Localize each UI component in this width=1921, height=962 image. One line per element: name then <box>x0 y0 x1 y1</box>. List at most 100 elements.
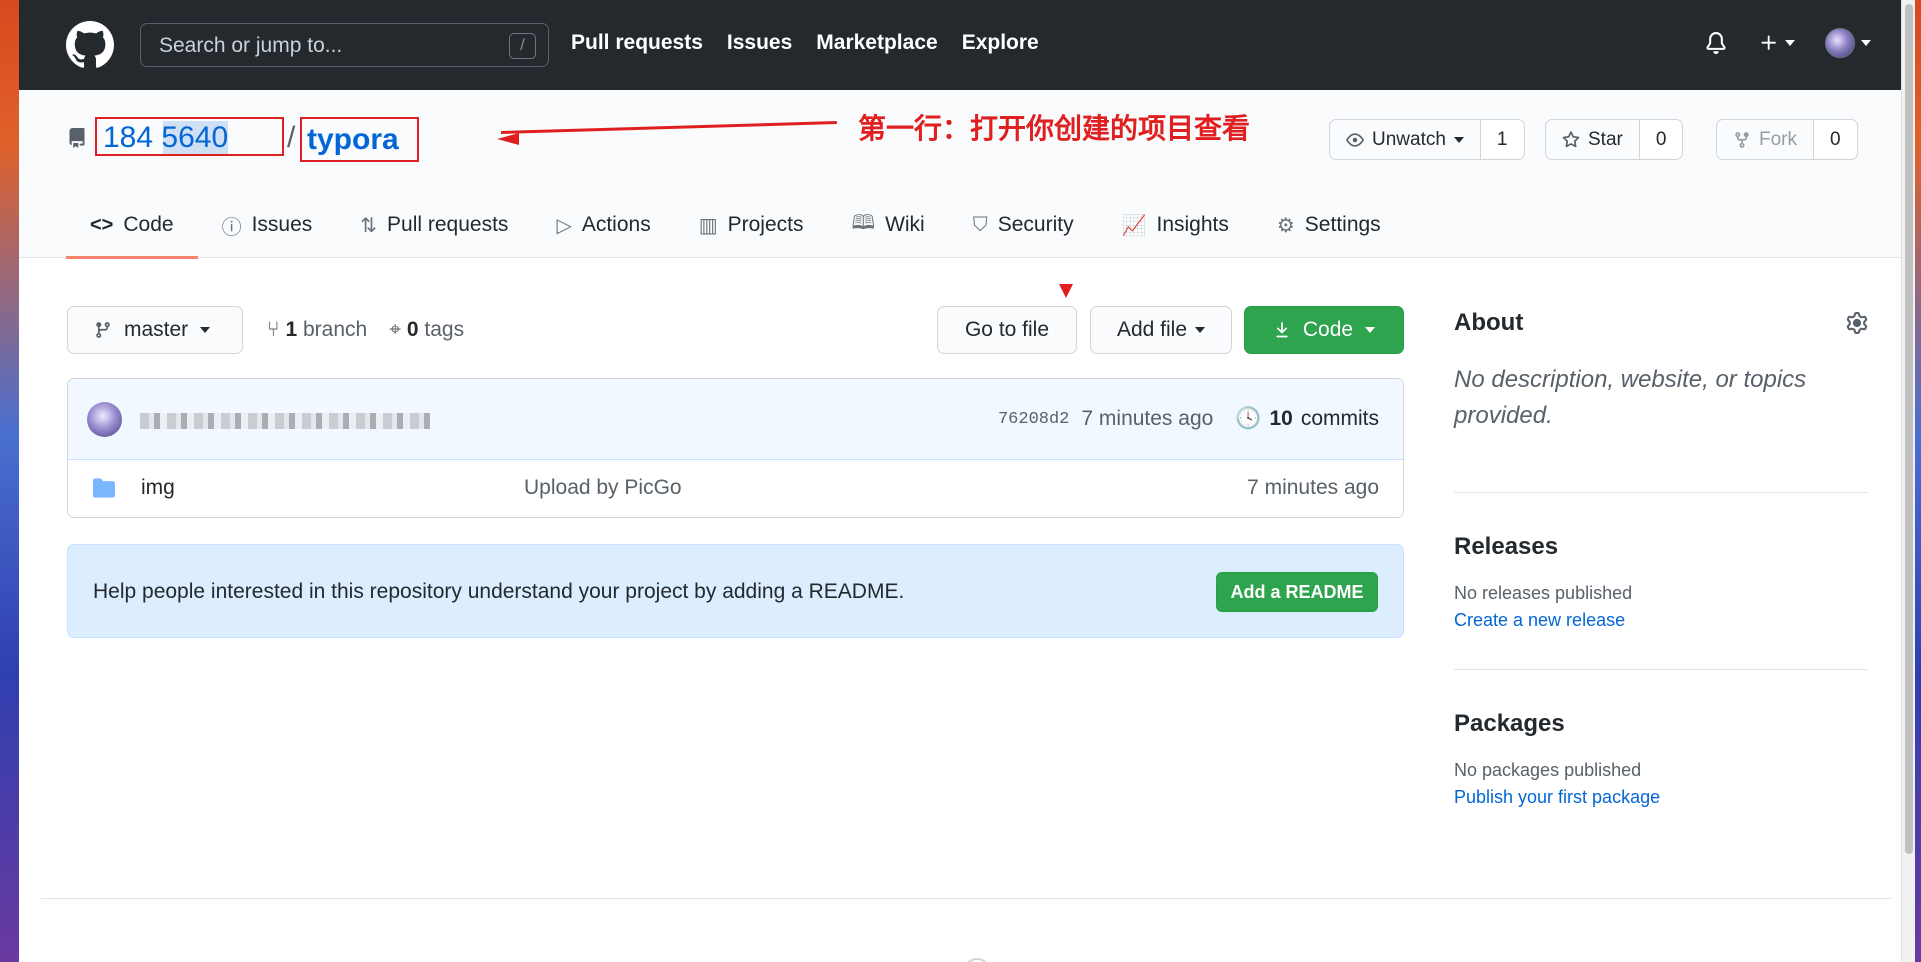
branch-label: branch <box>302 318 368 341</box>
fork-group: Fork 0 <box>1716 119 1858 160</box>
download-icon <box>1276 322 1288 338</box>
watch-count[interactable]: 1 <box>1479 120 1524 159</box>
code-button-label: Code <box>1302 318 1354 341</box>
book-icon: 🕮 <box>851 212 876 234</box>
chevron-down-icon <box>200 327 211 333</box>
tab-issues[interactable]: ⓘ Issues <box>198 192 337 258</box>
fork-icon <box>1735 131 1749 148</box>
user-menu-button[interactable] <box>1825 28 1871 58</box>
scroll-thumb[interactable] <box>1905 4 1913 854</box>
github-logo-icon[interactable] <box>66 21 114 69</box>
repo-owner-link[interactable]: 184 5640 <box>95 117 284 156</box>
repo-tabs: <> Code ⓘ Issues ⇅ Pull requests ▷ Actio… <box>66 192 1405 259</box>
repo-main: master ⑂ 1 branch ⌖ 0 tags Go to file Ad… <box>19 258 1915 962</box>
chevron-down-icon <box>1861 40 1871 46</box>
nav-pull-requests[interactable]: Pull requests <box>571 31 703 55</box>
nav-explore[interactable]: Explore <box>962 31 1039 55</box>
tab-settings[interactable]: ⚙ Settings <box>1253 192 1405 258</box>
tab-pull-requests-label: Pull requests <box>387 213 509 236</box>
gear-icon: ⚙ <box>1276 214 1295 237</box>
nav-marketplace[interactable]: Marketplace <box>816 31 937 55</box>
add-readme-button[interactable]: Add a README <box>1216 572 1378 612</box>
search-input[interactable]: Search or jump to... / <box>140 23 549 67</box>
star-button[interactable]: Star <box>1546 120 1639 159</box>
code-download-button[interactable]: Code <box>1244 306 1404 354</box>
issue-icon: ⓘ <box>221 216 242 239</box>
tags-link[interactable]: ⌖ 0 tags <box>389 318 464 342</box>
tab-wiki[interactable]: 🕮 Wiki <box>827 192 948 258</box>
bell-icon[interactable] <box>1703 28 1729 58</box>
commit-sha[interactable]: 76208d2 <box>998 410 1069 429</box>
watch-button[interactable]: Unwatch <box>1330 120 1480 159</box>
file-row[interactable]: img Upload by PicGo 7 minutes ago <box>68 460 1403 517</box>
footer-logo <box>963 958 991 962</box>
releases-status: No releases published <box>1454 583 1633 603</box>
browser-window: Search or jump to... / Pull requests Iss… <box>19 0 1915 962</box>
avatar <box>1825 28 1855 58</box>
nav-issues[interactable]: Issues <box>727 31 792 55</box>
history-icon: 🕓 <box>1235 407 1262 430</box>
tab-pull-requests[interactable]: ⇅ Pull requests <box>336 192 532 258</box>
add-file-button[interactable]: Add file <box>1090 306 1232 354</box>
create-release-link[interactable]: Create a new release <box>1454 610 1868 631</box>
gear-icon[interactable] <box>1846 312 1868 334</box>
about-header: About <box>1454 306 1868 340</box>
file-commit-message[interactable]: Upload by PicGo <box>524 476 682 500</box>
branch-select-button[interactable]: master <box>67 306 243 354</box>
annotation-text: 第一行：打开你创建的项目查看 <box>858 112 1251 145</box>
add-file-label: Add file <box>1116 318 1188 341</box>
branch-icon: ⑂ <box>267 318 280 341</box>
star-count[interactable]: 0 <box>1638 120 1683 159</box>
branch-name: master <box>124 318 189 341</box>
folder-icon <box>93 478 115 498</box>
fork-count[interactable]: 0 <box>1813 120 1857 159</box>
chevron-down-icon <box>1785 40 1795 46</box>
graph-icon: 📈 <box>1121 214 1147 237</box>
branch-tag-meta: ⑂ 1 branch ⌖ 0 tags <box>267 318 464 342</box>
tab-insights[interactable]: 📈 Insights <box>1098 192 1253 258</box>
commit-message-redacted <box>140 413 430 429</box>
tab-security[interactable]: ⛉ Security <box>949 192 1098 258</box>
releases-title[interactable]: Releases <box>1454 533 1868 561</box>
fork-button[interactable]: Fork <box>1717 120 1813 159</box>
publish-package-link[interactable]: Publish your first package <box>1454 787 1868 808</box>
file-browser: 76208d2 7 minutes ago 🕓 10 commits img U… <box>67 378 1404 518</box>
tag-label: tags <box>424 318 465 341</box>
watch-label: Unwatch <box>1372 128 1446 150</box>
watch-group: Unwatch 1 <box>1329 119 1525 160</box>
tag-count: 0 <box>406 318 419 341</box>
go-to-file-button[interactable]: Go to file <box>937 306 1077 354</box>
annotation-arrow <box>500 121 837 134</box>
branches-link[interactable]: ⑂ 1 branch <box>267 318 367 342</box>
scrollbar[interactable] <box>1901 0 1915 962</box>
tab-projects[interactable]: ▥ Projects <box>675 192 828 258</box>
tab-issues-label: Issues <box>251 213 313 236</box>
star-label: Star <box>1588 128 1623 150</box>
commit-meta: 76208d2 7 minutes ago 🕓 10 commits <box>998 407 1379 431</box>
annotation-marker <box>1059 284 1073 298</box>
plus-menu-button[interactable] <box>1757 28 1797 58</box>
packages-status: No packages published <box>1454 760 1642 780</box>
commits-link[interactable]: 🕓 10 commits <box>1235 407 1379 431</box>
top-nav: Pull requests Issues Marketplace Explore <box>571 31 1039 55</box>
file-name[interactable]: img <box>141 476 175 500</box>
about-title: About <box>1454 309 1524 336</box>
github-header: Search or jump to... / Pull requests Iss… <box>19 0 1915 90</box>
tab-code[interactable]: <> Code <box>66 192 198 259</box>
code-icon: <> <box>90 213 114 236</box>
avatar[interactable] <box>87 402 122 437</box>
readme-prompt: Help people interested in this repositor… <box>67 544 1404 638</box>
chevron-down-icon <box>1365 327 1376 333</box>
repo-name-link[interactable]: typora <box>300 117 419 162</box>
header-actions <box>1703 28 1871 58</box>
tab-insights-label: Insights <box>1156 213 1229 236</box>
readme-prompt-text: Help people interested in this repositor… <box>93 580 905 603</box>
commit-count: 10 <box>1269 407 1293 430</box>
packages-title[interactable]: Packages <box>1454 710 1868 738</box>
fork-label: Fork <box>1759 128 1797 150</box>
plus-icon <box>1761 35 1776 50</box>
repo-header: 184 5640 / typora 第一行：打开你创建的项目查看 Unwatch… <box>19 90 1915 259</box>
tab-security-label: Security <box>997 213 1074 236</box>
tab-actions[interactable]: ▷ Actions <box>532 192 674 258</box>
shield-icon: ⛉ <box>972 213 988 236</box>
